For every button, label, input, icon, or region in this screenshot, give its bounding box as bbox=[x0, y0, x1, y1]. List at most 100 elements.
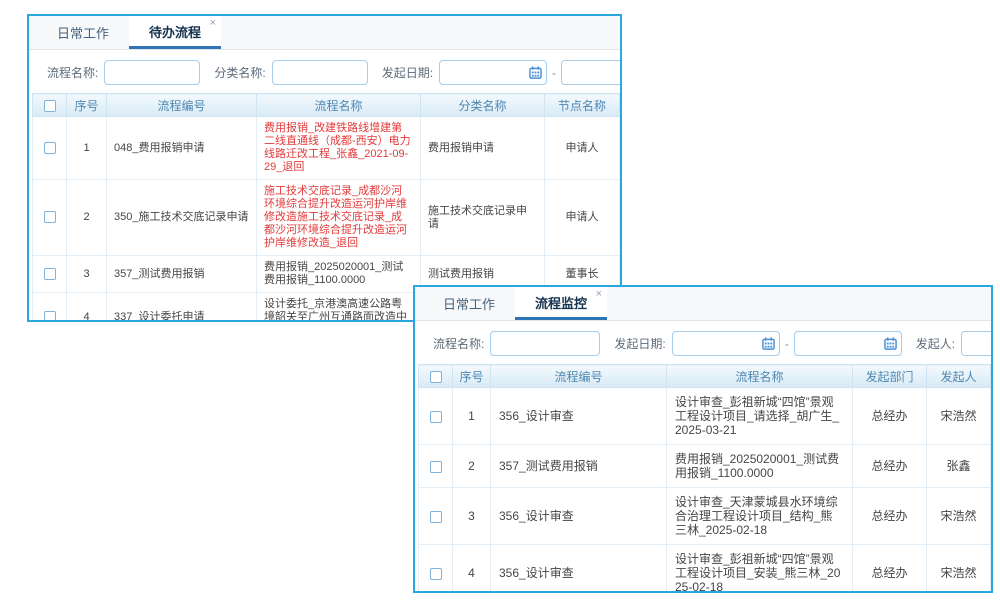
node-cell: 申请人 bbox=[545, 117, 620, 180]
process-name-input[interactable] bbox=[490, 331, 600, 356]
seq-cell: 3 bbox=[453, 488, 491, 545]
initiator-cell: 宋浩然 bbox=[927, 388, 991, 445]
checkbox-cell bbox=[419, 488, 453, 545]
tab-process-monitor[interactable]: 流程监控 × bbox=[515, 287, 607, 320]
process-monitor-table: 序号 流程编号 流程名称 发起部门 发起人 1 356_设计审查 设计审查_彭祖… bbox=[418, 364, 991, 593]
col-category-name: 分类名称 bbox=[421, 94, 545, 117]
initiator-label: 发起人: bbox=[916, 335, 955, 352]
row-checkbox[interactable] bbox=[44, 268, 56, 280]
col-node-name: 节点名称 bbox=[545, 94, 620, 117]
select-all-checkbox[interactable] bbox=[44, 100, 56, 112]
process-name-cell[interactable]: 设计审查_彭祖新城“四馆”景观工程设计项目_安装_熊三林_2025-02-18 bbox=[667, 545, 853, 594]
checkbox-cell bbox=[33, 256, 67, 293]
table-header-row: 序号 流程编号 流程名称 分类名称 节点名称 bbox=[33, 94, 620, 117]
checkbox-cell bbox=[33, 180, 67, 256]
process-code-cell: 356_设计审查 bbox=[491, 545, 667, 594]
initiator-cell: 宋浩然 bbox=[927, 545, 991, 594]
seq-cell: 4 bbox=[453, 545, 491, 594]
process-code-cell: 357_测试费用报销 bbox=[491, 445, 667, 488]
col-seq: 序号 bbox=[453, 365, 491, 388]
category-cell: 费用报销申请 bbox=[421, 117, 545, 180]
date-from-wrapper bbox=[439, 60, 547, 85]
col-seq: 序号 bbox=[67, 94, 107, 117]
initiator-cell: 宋浩然 bbox=[927, 488, 991, 545]
tab-daily-work[interactable]: 日常工作 bbox=[423, 287, 515, 320]
row-checkbox[interactable] bbox=[430, 411, 442, 423]
dept-cell: 总经办 bbox=[853, 545, 927, 594]
process-code-cell: 350_施工技术交底记录申请 bbox=[107, 180, 257, 256]
process-code-cell: 356_设计审查 bbox=[491, 488, 667, 545]
process-name-cell[interactable]: 费用报销_2025020001_测试费用报销_1100.0000 bbox=[257, 256, 421, 293]
initiator-cell: 张鑫 bbox=[927, 445, 991, 488]
table-row[interactable]: 2 357_测试费用报销 费用报销_2025020001_测试费用报销_1100… bbox=[419, 445, 991, 488]
close-icon[interactable]: × bbox=[596, 289, 602, 300]
row-checkbox[interactable] bbox=[44, 311, 56, 322]
row-checkbox[interactable] bbox=[430, 461, 442, 473]
checkbox-cell bbox=[33, 293, 67, 323]
process-name-label: 流程名称: bbox=[47, 64, 98, 81]
process-name-cell[interactable]: 施工技术交底记录_成都沙河环境综合提升改造运河护岸维修改造施工技术交底记录_成都… bbox=[257, 180, 421, 256]
process-name-cell[interactable]: 设计审查_天津蒙城县水环境综合治理工程设计项目_结构_熊三林_2025-02-1… bbox=[667, 488, 853, 545]
dept-cell: 总经办 bbox=[853, 388, 927, 445]
seq-cell: 2 bbox=[67, 180, 107, 256]
row-checkbox[interactable] bbox=[430, 511, 442, 523]
dept-cell: 总经办 bbox=[853, 488, 927, 545]
col-initiating-dept: 发起部门 bbox=[853, 365, 927, 388]
calendar-icon[interactable] bbox=[884, 337, 897, 350]
tab-pending-process[interactable]: 待办流程 × bbox=[129, 16, 221, 49]
checkbox-cell bbox=[419, 545, 453, 594]
col-process-name: 流程名称 bbox=[257, 94, 421, 117]
row-checkbox[interactable] bbox=[430, 568, 442, 580]
col-initiator: 发起人 bbox=[927, 365, 991, 388]
process-name-cell[interactable]: 设计审查_彭祖新城“四馆”景观工程设计项目_请选择_胡广生_2025-03-21 bbox=[667, 388, 853, 445]
process-code-cell: 337_设计委托申请 bbox=[107, 293, 257, 323]
process-code-cell: 357_测试费用报销 bbox=[107, 256, 257, 293]
date-from-wrapper bbox=[672, 331, 780, 356]
checkbox-cell bbox=[419, 445, 453, 488]
process-name-cell[interactable]: 费用报销_改建铁路线增建第二线直通线（成都-西安）电力线路迁改工程_张鑫_202… bbox=[257, 117, 421, 180]
category-name-input[interactable] bbox=[272, 60, 368, 85]
process-name-cell[interactable]: 费用报销_2025020001_测试费用报销_1100.0000 bbox=[667, 445, 853, 488]
checkbox-cell bbox=[419, 388, 453, 445]
seq-cell: 1 bbox=[453, 388, 491, 445]
select-all-cell bbox=[33, 94, 67, 117]
category-cell: 施工技术交底记录申请 bbox=[421, 180, 545, 256]
node-cell: 申请人 bbox=[545, 180, 620, 256]
table-header-row: 序号 流程编号 流程名称 发起部门 发起人 bbox=[419, 365, 991, 388]
table-row[interactable]: 4 356_设计审查 设计审查_彭祖新城“四馆”景观工程设计项目_安装_熊三林_… bbox=[419, 545, 991, 594]
table-row[interactable]: 2 350_施工技术交底记录申请 施工技术交底记录_成都沙河环境综合提升改造运河… bbox=[33, 180, 620, 256]
seq-cell: 3 bbox=[67, 256, 107, 293]
tab-daily-work[interactable]: 日常工作 bbox=[37, 16, 129, 49]
tab-bar: 日常工作 流程监控 × bbox=[415, 287, 991, 321]
start-date-label: 发起日期: bbox=[382, 64, 433, 81]
calendar-icon[interactable] bbox=[762, 337, 775, 350]
col-process-code: 流程编号 bbox=[107, 94, 257, 117]
date-range-separator: - bbox=[785, 337, 789, 351]
select-all-cell bbox=[419, 365, 453, 388]
table-row[interactable]: 1 356_设计审查 设计审查_彭祖新城“四馆”景观工程设计项目_请选择_胡广生… bbox=[419, 388, 991, 445]
pending-process-window: 日常工作 待办流程 × 流程名称: 分类名称: 发起日期: bbox=[27, 14, 622, 322]
seq-cell: 1 bbox=[67, 117, 107, 180]
calendar-icon[interactable] bbox=[529, 66, 542, 79]
table-row[interactable]: 1 048_费用报销申请 费用报销_改建铁路线增建第二线直通线（成都-西安）电力… bbox=[33, 117, 620, 180]
row-checkbox[interactable] bbox=[44, 142, 56, 154]
desktop: 日常工作 待办流程 × 流程名称: 分类名称: 发起日期: bbox=[0, 0, 1000, 600]
date-to-wrapper bbox=[561, 60, 620, 85]
process-code-cell: 356_设计审查 bbox=[491, 388, 667, 445]
process-monitor-window: 日常工作 流程监控 × 流程名称: 发起日期: - bbox=[413, 285, 993, 593]
filter-bar: 流程名称: 分类名称: 发起日期: - bbox=[29, 50, 620, 93]
row-checkbox[interactable] bbox=[44, 211, 56, 223]
date-to-input[interactable] bbox=[561, 60, 620, 85]
table-row[interactable]: 3 356_设计审查 设计审查_天津蒙城县水环境综合治理工程设计项目_结构_熊三… bbox=[419, 488, 991, 545]
select-all-checkbox[interactable] bbox=[430, 371, 442, 383]
tab-label: 流程监控 bbox=[535, 293, 587, 312]
date-range-separator: - bbox=[552, 66, 556, 80]
dept-cell: 总经办 bbox=[853, 445, 927, 488]
process-code-cell: 048_费用报销申请 bbox=[107, 117, 257, 180]
initiator-input[interactable] bbox=[961, 331, 991, 356]
process-name-cell[interactable]: 设计委托_京港澳高速公路粤境韶关至广州互通路面改造中修工程 bbox=[257, 293, 421, 323]
checkbox-cell bbox=[33, 117, 67, 180]
process-name-input[interactable] bbox=[104, 60, 200, 85]
close-icon[interactable]: × bbox=[210, 18, 216, 29]
start-date-label: 发起日期: bbox=[614, 335, 665, 352]
